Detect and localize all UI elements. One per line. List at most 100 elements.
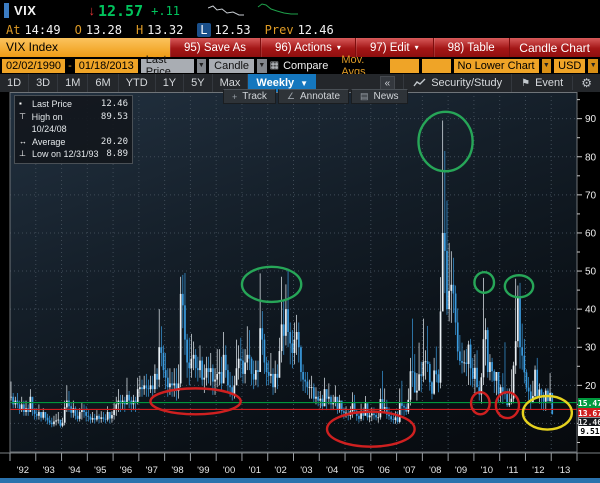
x-tick-label: '01: [249, 465, 261, 476]
chart-icon: [413, 78, 426, 88]
x-tick-label: '12: [532, 465, 544, 476]
price-axis-label: 9.51: [578, 426, 600, 436]
x-tick-label: '08: [429, 465, 441, 476]
compare-icon: ▦: [270, 60, 279, 71]
collapse-panel-button[interactable]: «: [380, 76, 396, 90]
y-tick-label: 30: [585, 343, 597, 354]
lower-chart-select[interactable]: No Lower Chart: [454, 59, 539, 73]
date-to-field[interactable]: 01/18/2013: [75, 59, 138, 73]
menu-bar: VIX Index 95) Save As 96) Actions ▾ 97) …: [0, 38, 600, 57]
chart-type-title: Candle Chart: [519, 41, 600, 55]
price-axis-label: 15.47: [578, 398, 600, 408]
date-range-separator: -: [68, 60, 72, 72]
annotation-circles: [150, 112, 571, 447]
y-tick-label: 90: [585, 114, 597, 125]
x-tick-label: '00: [223, 465, 235, 476]
open-label: O: [75, 23, 82, 37]
quote-time: 14:49: [24, 23, 60, 37]
chart-area[interactable]: 2030405060708090'92'93'94'95'96'97'98'99…: [0, 92, 600, 478]
x-tick-label: '06: [378, 465, 390, 476]
x-axis: '92'93'94'95'96'97'98'99'00'01'02'03'04'…: [0, 453, 600, 476]
y-tick-label: 20: [585, 381, 597, 392]
annotation-ellipse: [505, 275, 533, 297]
track-button[interactable]: + Track: [223, 89, 276, 104]
high-value: 13.32: [147, 23, 183, 37]
legend-average: ↔ Average 20.20: [19, 136, 128, 149]
annotation-ellipse: [150, 388, 240, 414]
candles-group: [10, 120, 553, 427]
toolbar-right-group: « Security/Study ⚑ Event ⚙: [380, 74, 600, 92]
bloomberg-terminal-window: { "titlebar": { "symbol": "VIX", "direct…: [0, 0, 600, 483]
chart-tool-buttons: + Track ∠ Annotate ▤ News: [223, 89, 408, 104]
low-value: 12.53: [215, 23, 251, 37]
last-price: 12.57: [98, 2, 143, 20]
mov-avg-input-2[interactable]: [422, 59, 451, 73]
annotate-button[interactable]: ∠ Annotate: [278, 89, 349, 104]
high-marker-icon: ⊤: [19, 111, 28, 136]
annotate-pencil-icon: ∠: [287, 91, 295, 102]
tab-1m[interactable]: 1M: [58, 74, 88, 92]
price-change: +.11: [151, 4, 180, 18]
event-button[interactable]: ⚑ Event: [511, 74, 572, 92]
legend-high: ⊤ High on 10/24/08 89.53: [19, 111, 128, 136]
x-tick-label: '95: [94, 465, 106, 476]
tab-ytd[interactable]: YTD: [119, 74, 156, 92]
news-icon: ▤: [360, 91, 369, 102]
average-marker-icon: ↔: [19, 136, 28, 149]
news-button[interactable]: ▤ News: [351, 89, 408, 104]
intraday-sparkline: [208, 2, 308, 19]
x-tick-label: '02: [274, 465, 286, 476]
chart-settings-row: 02/02/1990 - 01/18/2013 Last Price ▼ Can…: [0, 57, 600, 74]
compare-button[interactable]: ▦ Compare: [270, 60, 329, 72]
security-name-box[interactable]: VIX Index: [0, 38, 170, 57]
price-down-arrow-icon: ↓: [88, 3, 95, 18]
annotation-ellipse: [242, 267, 301, 302]
track-crosshair-icon: +: [232, 92, 237, 102]
x-tick-label: '96: [120, 465, 132, 476]
prev-value: 12.46: [298, 23, 334, 37]
x-tick-label: '97: [146, 465, 158, 476]
chevron-down-icon: ▾: [337, 43, 341, 52]
x-tick-label: '05: [352, 465, 364, 476]
title-bar: VIX ↓ 12.57 +.11: [0, 0, 600, 21]
chart-style-dropdown-icon[interactable]: ▼: [257, 59, 267, 73]
y-tick-label: 70: [585, 190, 597, 201]
security-study-button[interactable]: Security/Study: [403, 74, 511, 92]
menu-table[interactable]: 98) Table: [434, 38, 510, 57]
mov-avg-input-1[interactable]: [390, 59, 419, 73]
tab-1d[interactable]: 1D: [0, 74, 29, 92]
y-tick-label: 60: [585, 228, 597, 239]
tab-3d[interactable]: 3D: [29, 74, 58, 92]
annotation-ellipse: [523, 396, 572, 430]
field-select[interactable]: Last Price: [141, 59, 194, 73]
x-tick-label: '98: [171, 465, 183, 476]
ticker-symbol: VIX: [14, 3, 36, 18]
lower-chart-dropdown-icon[interactable]: ▼: [542, 59, 552, 73]
x-tick-label: '92: [17, 465, 29, 476]
chevron-down-icon: ▼: [300, 79, 308, 88]
chart-legend: ▪ Last Price 12.46 ⊤ High on 10/24/08 89…: [14, 95, 133, 164]
low-marker-icon: ⊥: [19, 148, 28, 161]
x-tick-label: '94: [68, 465, 80, 476]
x-tick-label: '10: [481, 465, 493, 476]
ticker-color-square: [4, 3, 9, 18]
last-price-swatch-icon: ▪: [19, 98, 28, 111]
low-label: L: [197, 23, 210, 37]
prev-label: Prev: [265, 23, 294, 37]
date-from-field[interactable]: 02/02/1990: [2, 59, 65, 73]
currency-select[interactable]: USD: [554, 59, 585, 73]
currency-dropdown-icon[interactable]: ▼: [588, 59, 598, 73]
tab-6m[interactable]: 6M: [88, 74, 118, 92]
tab-5y[interactable]: 5Y: [184, 74, 212, 92]
x-tick-label: '11: [507, 465, 519, 476]
gear-icon[interactable]: ⚙: [572, 76, 600, 90]
window-bottom-edge: [0, 478, 600, 483]
quote-row: At 14:49 O 13.28 H 13.32 L 12.53 Prev 12…: [0, 21, 600, 38]
tab-1y[interactable]: 1Y: [156, 74, 184, 92]
x-tick-label: '04: [326, 465, 338, 476]
annotation-ellipse: [418, 112, 472, 171]
field-select-dropdown-icon[interactable]: ▼: [197, 59, 207, 73]
legend-last-price: ▪ Last Price 12.46: [19, 98, 128, 111]
legend-low: ⊥ Low on 12/31/93 8.89: [19, 148, 128, 161]
chart-style-select[interactable]: Candle: [209, 59, 254, 73]
